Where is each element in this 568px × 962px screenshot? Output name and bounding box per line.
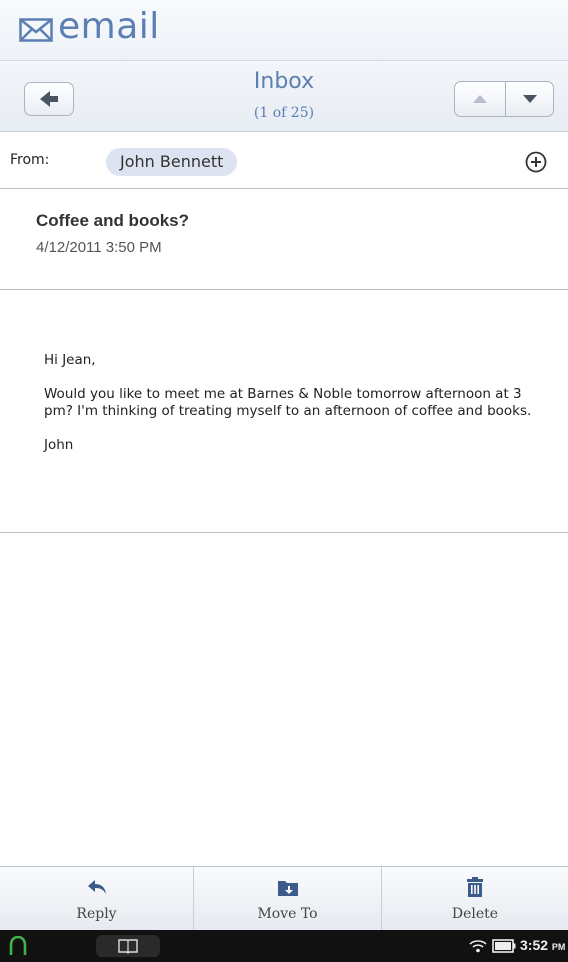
app-title: email [58,6,160,47]
message-pager [454,81,554,117]
up-arrow-icon [473,95,487,103]
system-bar: 3:52 PM [0,930,568,962]
reply-icon [87,880,106,894]
battery-icon [492,939,516,953]
body-paragraph: Would you like to meet me at Barnes & No… [44,386,532,419]
mail-icon [19,18,53,42]
clock: 3:52 PM [520,937,565,953]
delete-label: Delete [451,906,499,922]
add-contact-icon[interactable] [524,150,548,174]
clock-ampm: PM [551,942,566,952]
message-date: 4/12/2011 3:50 PM [36,239,162,256]
app-header: email [0,0,568,61]
reply-button[interactable]: Reply [0,867,194,931]
trash-icon [467,877,483,897]
body-signature: John [44,437,74,453]
home-icon[interactable] [8,936,28,956]
library-icon [118,939,138,954]
reply-label: Reply [76,906,117,922]
message-body-text: Hi Jean, Would you like to meet me at Ba… [44,352,544,471]
inbox-nav-bar: Inbox (1 of 25) [0,61,568,132]
action-toolbar: Reply Move To Delete [0,866,568,931]
from-row: From: John Bennett [0,132,568,189]
message-subject: Coffee and books? [36,211,190,230]
move-to-button[interactable]: Move To [194,867,382,931]
next-message-button[interactable] [505,82,553,116]
subject-block: Coffee and books? 4/12/2011 3:50 PM [0,189,568,290]
wifi-icon [469,940,487,953]
library-button[interactable] [96,935,160,957]
body-greeting: Hi Jean, [44,352,96,368]
delete-button[interactable]: Delete [382,867,568,931]
sender-chip[interactable]: John Bennett [106,148,238,176]
move-to-label: Move To [257,906,318,922]
from-label: From: [10,152,50,168]
email-app: email Inbox (1 of 25) From: John Bennett [0,0,568,962]
previous-message-button[interactable] [455,82,506,116]
down-arrow-icon [523,95,537,103]
message-body: Hi Jean, Would you like to meet me at Ba… [0,290,568,533]
clock-time: 3:52 [520,937,549,953]
move-to-folder-icon [277,881,298,896]
